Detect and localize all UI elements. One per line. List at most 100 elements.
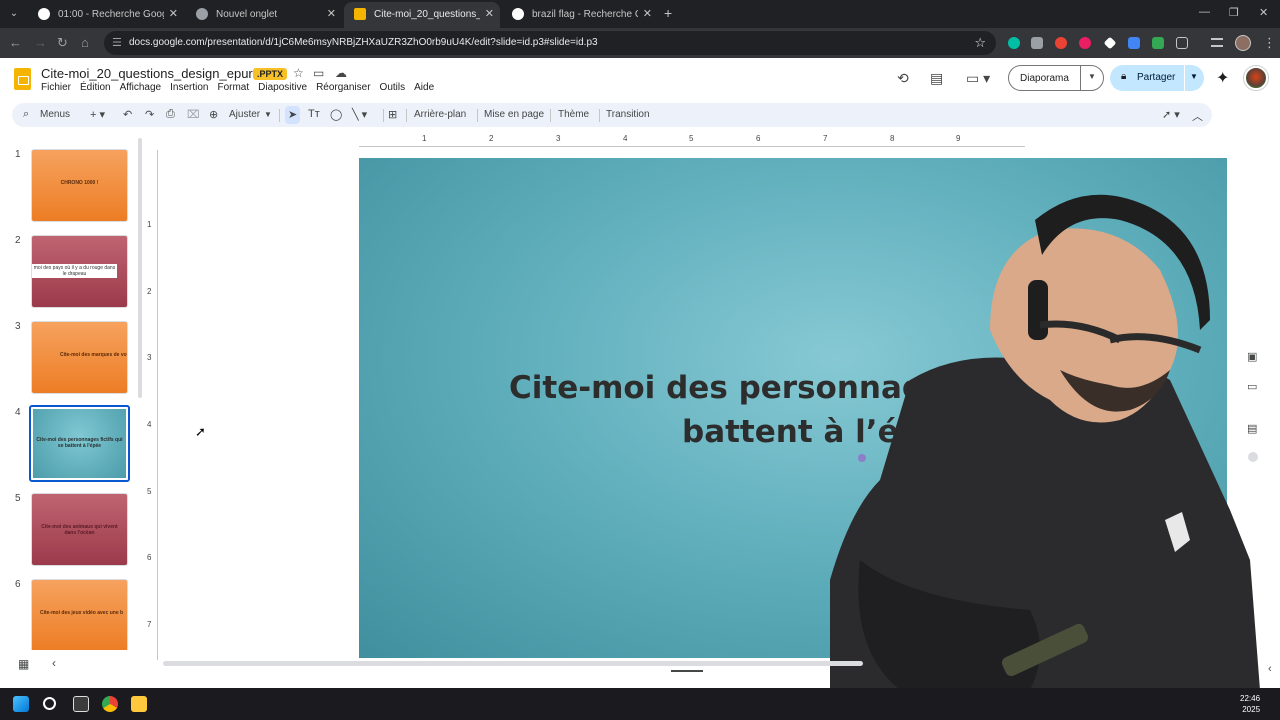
text-box-icon[interactable]: Tт — [308, 108, 320, 120]
menu-format[interactable]: Format — [217, 82, 249, 96]
menu-outils[interactable]: Outils — [380, 82, 406, 96]
slideshow-button[interactable]: Diaporama ▼ — [1008, 65, 1104, 91]
windows-taskbar: 22:46 2025 — [0, 688, 1280, 720]
gemini-sparkle-icon[interactable]: ✦ — [1216, 68, 1229, 88]
forward-icon[interactable]: → — [34, 35, 47, 50]
chevron-down-icon[interactable]: ▼ — [1190, 72, 1198, 81]
new-slide-icon[interactable]: + ▾ — [90, 108, 105, 121]
move-folder-icon[interactable]: ▭ — [313, 66, 324, 80]
close-icon[interactable]: ✕ — [643, 7, 652, 20]
extensions-puzzle-icon[interactable] — [1176, 37, 1188, 49]
browser-profile-avatar[interactable] — [1235, 35, 1251, 51]
share-button[interactable]: 🔒︎ Partager ▼ — [1110, 65, 1204, 91]
file-explorer-icon[interactable] — [131, 696, 147, 712]
background-button[interactable]: Arrière-plan — [414, 109, 466, 120]
expand-side-panel-icon[interactable]: ‹ — [1268, 663, 1272, 675]
redo-icon[interactable]: ↷ — [145, 108, 154, 121]
select-cursor-icon[interactable]: ➤ — [285, 106, 301, 124]
undo-icon[interactable]: ↶ — [123, 108, 132, 121]
menu-edition[interactable]: Édition — [80, 82, 111, 96]
slide-thumbnail[interactable]: Cite-moi des marques de voiture — [31, 321, 128, 394]
close-icon[interactable]: ✕ — [169, 7, 178, 20]
minimize-icon[interactable]: — — [1199, 6, 1210, 18]
task-view-icon[interactable] — [73, 696, 89, 712]
avatar[interactable] — [1244, 66, 1268, 90]
menu-insertion[interactable]: Insertion — [170, 82, 208, 96]
chrome-icon[interactable] — [102, 696, 118, 712]
comments-icon[interactable]: ▤ — [930, 70, 943, 87]
extension-icon[interactable] — [1152, 37, 1164, 49]
close-icon[interactable]: ✕ — [485, 7, 494, 20]
add-comment-icon[interactable]: ⊞ — [388, 108, 397, 121]
extension-icon[interactable] — [1055, 37, 1067, 49]
document-title[interactable]: Cite-moi_20_questions_design_epure — [41, 66, 260, 81]
folder-icon[interactable]: ▭ — [1247, 380, 1257, 393]
slide-thumbnail[interactable]: Cite-moi des jeux vidéo avec une b — [31, 579, 128, 650]
tab-search-icon[interactable]: ⌄ — [5, 5, 23, 23]
address-bar[interactable]: ☰ docs.google.com/presentation/d/1jC6Me6… — [104, 31, 996, 55]
browser-tab[interactable]: brazil flag - Recherche Google ✕ — [502, 2, 658, 28]
extension-icon[interactable] — [1008, 37, 1020, 49]
system-clock[interactable]: 22:46 2025 — [1240, 693, 1260, 715]
close-icon[interactable]: ✕ — [327, 7, 336, 20]
print-icon[interactable]: ⎙ — [166, 108, 175, 121]
meet-camera-icon[interactable]: ▭ ▾ — [966, 70, 990, 87]
line-icon[interactable]: ╲ ▾ — [352, 108, 367, 121]
shape-icon[interactable]: ◯ — [330, 108, 342, 121]
menu-affichage[interactable]: Affichage — [120, 82, 162, 96]
search-icon[interactable]: ⌕ — [23, 108, 29, 121]
reload-icon[interactable]: ↻ — [57, 35, 68, 51]
menu-aide[interactable]: Aide — [414, 82, 434, 96]
back-icon[interactable]: ← — [9, 35, 22, 50]
search-icon[interactable] — [43, 697, 56, 710]
extension-icon[interactable] — [1128, 37, 1140, 49]
collapse-toolbar-icon[interactable]: ︿ — [1192, 108, 1203, 124]
tasks-icon[interactable]: ▤ — [1247, 422, 1257, 435]
canvas-horizontal-scrollbar[interactable] — [163, 661, 863, 666]
paint-format-icon[interactable]: ⌧ — [187, 108, 200, 121]
site-info-icon[interactable]: ☰ — [112, 36, 122, 49]
media-control-icon[interactable] — [1211, 38, 1223, 47]
theme-button[interactable]: Thème — [558, 109, 589, 120]
browser-menu-icon[interactable]: ⋮ — [1263, 35, 1276, 51]
restore-icon[interactable]: ❐ — [1229, 6, 1239, 19]
browser-tab[interactable]: Nouvel onglet ✕ — [186, 2, 342, 28]
keep-icon[interactable]: ▣ — [1247, 350, 1257, 363]
zoom-select[interactable]: Ajuster — [229, 109, 260, 120]
bookmark-star-icon[interactable]: ☆ — [974, 35, 986, 51]
slides-logo-icon[interactable] — [14, 68, 31, 90]
chevron-down-icon[interactable]: ▼ — [264, 110, 272, 119]
chevron-down-icon[interactable]: ▼ — [1088, 72, 1096, 81]
slide-thumbnail[interactable]: Cite-moi des animaux qui vivent dans l'o… — [31, 493, 128, 566]
transition-button[interactable]: Transition — [606, 109, 650, 120]
new-tab-icon[interactable]: + — [664, 5, 672, 21]
slide-canvas[interactable]: Cite-moi des personnages ficti battent à… — [359, 158, 1227, 658]
filmstrip-scrollbar[interactable] — [138, 138, 142, 398]
grid-view-icon[interactable]: ▦ — [18, 657, 29, 671]
star-icon[interactable]: ☆ — [293, 66, 304, 80]
layout-button[interactable]: Mise en page — [484, 109, 544, 120]
browser-tab-active[interactable]: Cite-moi_20_questions_design_ ✕ — [344, 2, 500, 28]
camera-extension-icon[interactable] — [1031, 37, 1043, 49]
menu-reorganiser[interactable]: Réorganiser — [316, 82, 370, 96]
menu-fichier[interactable]: Fichier — [41, 82, 71, 96]
collapse-panel-icon[interactable]: ‹ — [52, 656, 56, 670]
home-icon[interactable]: ⌂ — [81, 35, 89, 50]
search-menus[interactable]: Menus — [40, 109, 70, 120]
windows-start-icon[interactable] — [13, 696, 29, 712]
slide-thumbnail[interactable]: moi des pays où il y a du rouge dans le … — [31, 235, 128, 308]
addon-icon[interactable] — [1248, 452, 1258, 462]
slide-thumbnail-selected[interactable]: Cite-moi des personnages fictifs qui se … — [29, 405, 130, 482]
zoom-icon[interactable]: ⊕ — [209, 108, 218, 121]
version-history-icon[interactable]: ⟲ — [897, 70, 909, 87]
extension-icon[interactable] — [1079, 37, 1091, 49]
extension-icon[interactable] — [1103, 36, 1117, 50]
cloud-status-icon[interactable]: ☁ — [335, 66, 347, 80]
editing-mode-icon[interactable]: ➚ ▾ — [1162, 108, 1180, 121]
slide-thumbnail[interactable]: CHRONO 1000 ! — [31, 149, 128, 222]
browser-tab[interactable]: 01:00 - Recherche Google ✕ — [28, 2, 184, 28]
window-close-icon[interactable]: ✕ — [1259, 6, 1268, 19]
speaker-notes-drag-handle[interactable] — [671, 670, 703, 672]
menu-diapositive[interactable]: Diapositive — [258, 82, 307, 96]
slide-title-textbox[interactable]: Cite-moi des personnages ficti battent à… — [359, 366, 1227, 454]
